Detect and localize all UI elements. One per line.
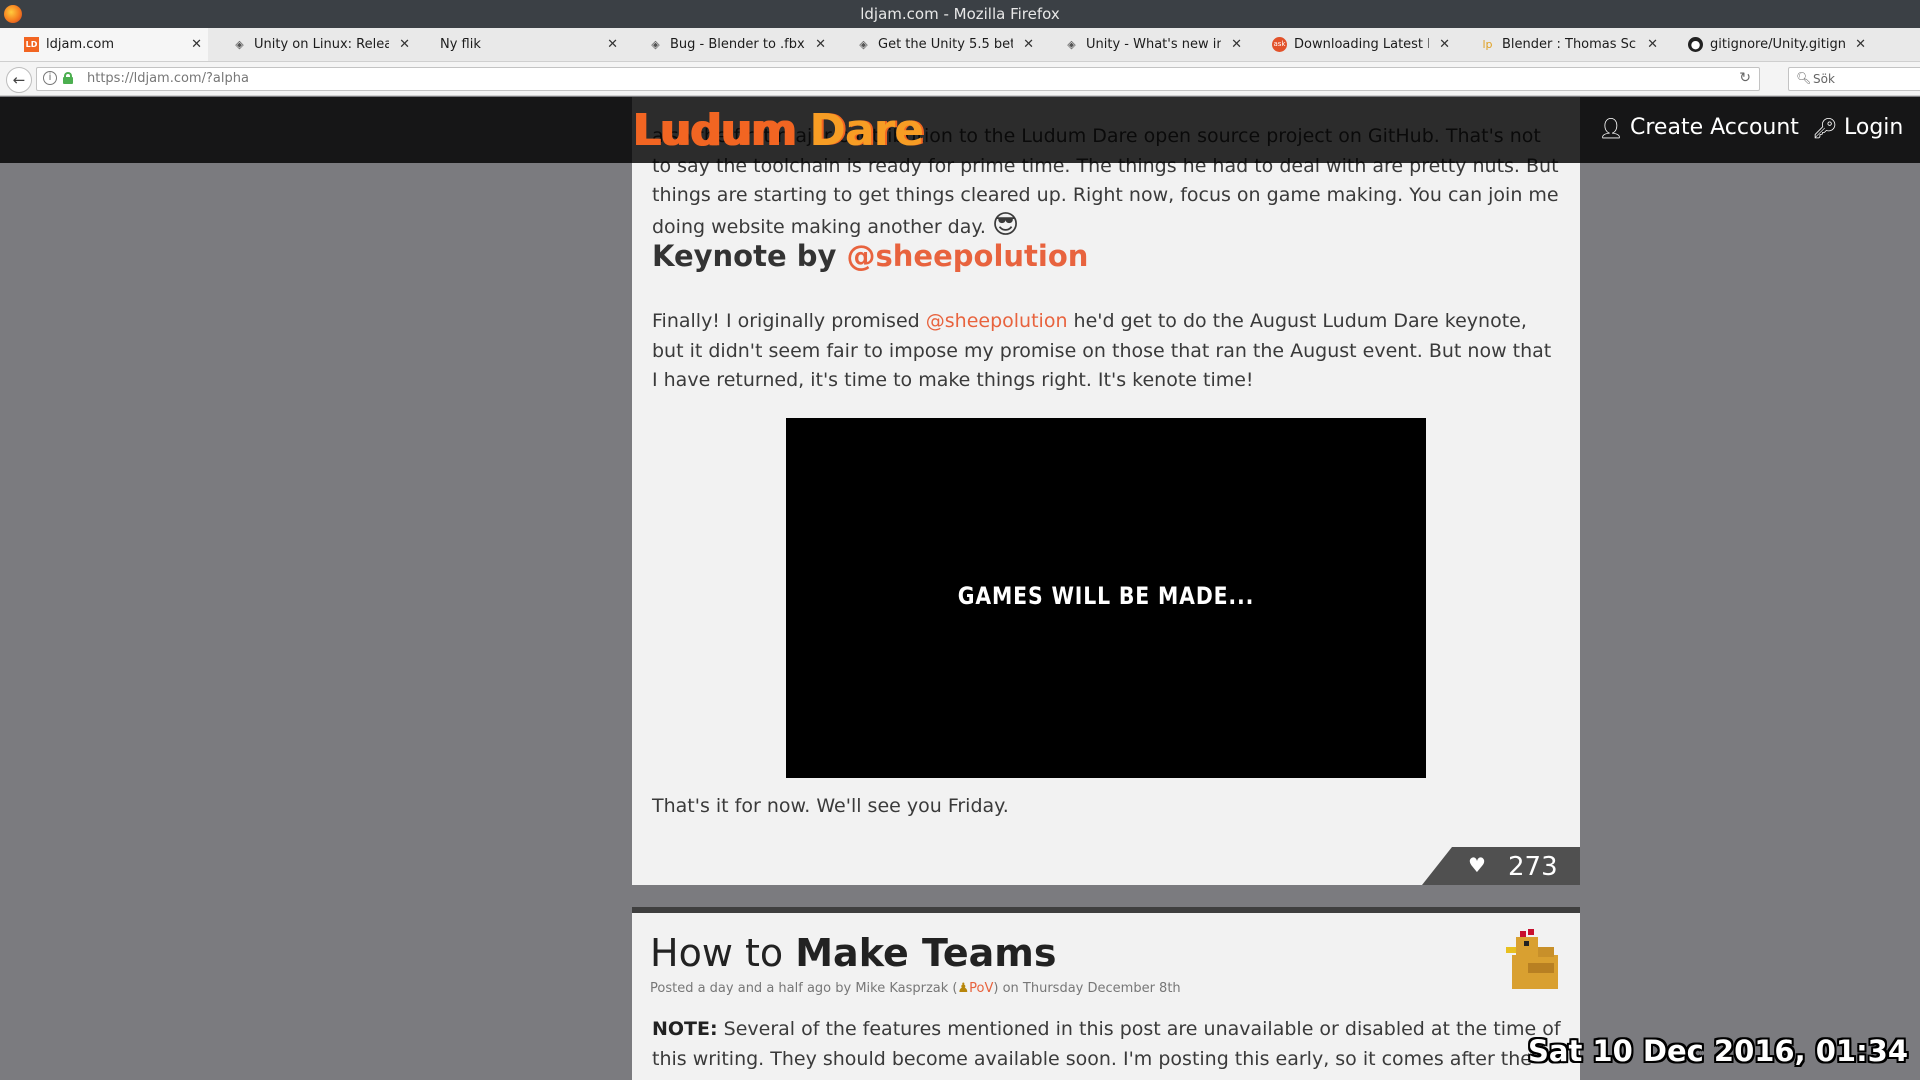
window-title: ldjam.com - Mozilla Firefox — [860, 5, 1060, 23]
tab-downloading-blender[interactable]: ask Downloading Latest Bl... ✕ — [1248, 28, 1456, 61]
unity-favicon-icon: ◈ — [1067, 37, 1076, 51]
keynote-heading: Keynote by @sheepolution — [652, 239, 1088, 273]
post-title[interactable]: How to Make Teams — [650, 931, 1056, 975]
close-tab-icon[interactable]: ✕ — [1439, 37, 1450, 52]
post-meta-suffix: ) on Thursday December 8th — [993, 981, 1181, 996]
tab-label: Get the Unity 5.5 beta ... — [878, 36, 1013, 52]
close-tab-icon[interactable]: ✕ — [399, 37, 410, 52]
heart-icon: ♥ — [1468, 853, 1486, 877]
note-text: Several of the features mentioned in thi… — [652, 1018, 1561, 1080]
ask-favicon-icon: ask — [1272, 36, 1287, 52]
ludum-dare-logo[interactable]: Ludum Dare — [632, 105, 924, 156]
tab-label: Blender : Thomas Schiex — [1502, 36, 1637, 52]
video-caption: GAMES WILL BE MADE... — [957, 582, 1255, 610]
tab-label: Unity - What's new in U... — [1086, 36, 1221, 52]
post-meta: Posted a day and a half ago by Mike Kasp… — [650, 981, 1181, 996]
tab-gitignore[interactable]: ● gitignore/Unity.gitigno... ✕ — [1664, 28, 1872, 61]
close-tab-icon[interactable]: ✕ — [815, 37, 826, 52]
tab-label: Ny flik — [440, 36, 481, 52]
ludum-dare-favicon-icon: LD — [24, 36, 39, 52]
logo-text-dare: Dare — [809, 105, 924, 156]
tab-unity-whats-new[interactable]: ◈ Unity - What's new in U... ✕ — [1040, 28, 1248, 61]
tab-label: gitignore/Unity.gitigno... — [1710, 36, 1845, 52]
close-tab-icon[interactable]: ✕ — [1855, 37, 1866, 52]
tab-label: Downloading Latest Bl... — [1294, 36, 1429, 52]
page-content: also the first major contribution to the… — [0, 97, 1920, 1080]
tab-label: ldjam.com — [46, 36, 115, 52]
tab-label: Bug - Blender to .fbx pr... — [670, 36, 805, 52]
post-title-strong: Make Teams — [795, 931, 1057, 975]
url-text[interactable]: https://ldjam.com/?alpha — [87, 71, 249, 86]
search-icon: 🔍︎ — [1796, 71, 1812, 85]
tab-ldjam[interactable]: LD ldjam.com ✕ — [0, 28, 208, 61]
author-handle-link[interactable]: PoV — [969, 981, 993, 996]
post-title-prefix: How to — [650, 931, 784, 975]
recording-timestamp: Sat 10 Dec 2016, 01:34 — [1528, 1034, 1909, 1068]
keynote-paragraph: Finally! I originally promised @sheepolu… — [652, 307, 1562, 396]
close-tab-icon[interactable]: ✕ — [1647, 37, 1658, 52]
launchpad-favicon-icon: lp — [1482, 37, 1493, 51]
key-icon: 🔑︎ — [1812, 115, 1838, 140]
note-label: NOTE: — [652, 1018, 718, 1040]
tab-new[interactable]: Ny flik ✕ — [416, 28, 624, 61]
tab-unity-linux[interactable]: ◈ Unity on Linux: Release... ✕ — [208, 28, 416, 61]
firefox-logo-icon — [4, 5, 22, 23]
logo-text-ludum: Ludum — [632, 105, 796, 156]
create-account-button[interactable]: 👤︎ Create Account — [1598, 115, 1799, 140]
trophy-icon: ♟ — [957, 981, 970, 996]
sheepolution-link[interactable]: @sheepolution — [847, 239, 1089, 273]
unity-favicon-icon: ◈ — [859, 37, 868, 51]
search-input[interactable]: 🔍︎ Sök — [1788, 67, 1920, 91]
unity-favicon-icon: ◈ — [235, 37, 244, 51]
close-tab-icon[interactable]: ✕ — [1023, 37, 1034, 52]
keynote-heading-prefix: Keynote by — [652, 239, 837, 273]
unity-favicon-icon: ◈ — [651, 37, 660, 51]
outro-paragraph: That's it for now. We'll see you Friday. — [652, 795, 1009, 817]
tab-strip: LD ldjam.com ✕ ◈ Unity on Linux: Release… — [0, 28, 1920, 62]
close-tab-icon[interactable]: ✕ — [1231, 37, 1242, 52]
tab-label: Unity on Linux: Release... — [254, 36, 389, 52]
keynote-video[interactable]: GAMES WILL BE MADE... — [786, 418, 1426, 778]
sunglasses-emoji-icon: 😎 — [992, 209, 1020, 240]
site-header: Ludum Dare 👤︎ Create Account 🔑︎ Login — [0, 97, 1920, 163]
lock-icon[interactable] — [63, 72, 73, 84]
like-button[interactable]: ♥ 273 — [1422, 847, 1580, 885]
navigation-bar: ← i https://ldjam.com/?alpha ↻ 🔍︎ Sök — [0, 62, 1920, 96]
github-favicon-icon: ● — [1688, 36, 1703, 52]
info-icon[interactable]: i — [43, 71, 57, 85]
search-placeholder: Sök — [1813, 72, 1835, 86]
login-button[interactable]: 🔑︎ Login — [1812, 115, 1903, 140]
back-button[interactable]: ← — [6, 67, 32, 93]
close-tab-icon[interactable]: ✕ — [607, 37, 618, 52]
tab-unity-beta[interactable]: ◈ Get the Unity 5.5 beta ... ✕ — [832, 28, 1040, 61]
login-label: Login — [1844, 115, 1904, 140]
keynote-text-before: Finally! I originally promised — [652, 310, 920, 332]
tab-blender-schiex[interactable]: lp Blender : Thomas Schiex ✕ — [1456, 28, 1664, 61]
note-paragraph: NOTE: Several of the features mentioned … — [652, 1015, 1562, 1080]
like-count: 273 — [1508, 852, 1558, 882]
create-account-label: Create Account — [1630, 115, 1799, 140]
close-tab-icon[interactable]: ✕ — [191, 37, 202, 52]
reload-icon[interactable]: ↻ — [1739, 70, 1751, 86]
url-bar[interactable]: i https://ldjam.com/?alpha ↻ — [36, 67, 1760, 91]
window-title-bar: ldjam.com - Mozilla Firefox — [0, 0, 1920, 28]
post-meta-prefix: Posted a day and a half ago by Mike Kasp… — [650, 981, 958, 996]
post-welcome: also the first major contribution to the… — [632, 97, 1580, 979]
sheepolution-inline-link[interactable]: @sheepolution — [926, 310, 1068, 332]
tab-blender-fbx[interactable]: ◈ Bug - Blender to .fbx pr... ✕ — [624, 28, 832, 61]
chicken-avatar-icon — [1498, 929, 1564, 993]
post-make-teams: How to Make Teams Posted a day and a hal… — [632, 907, 1580, 1080]
user-add-icon: 👤︎ — [1598, 115, 1624, 140]
post-separator — [632, 885, 1580, 907]
